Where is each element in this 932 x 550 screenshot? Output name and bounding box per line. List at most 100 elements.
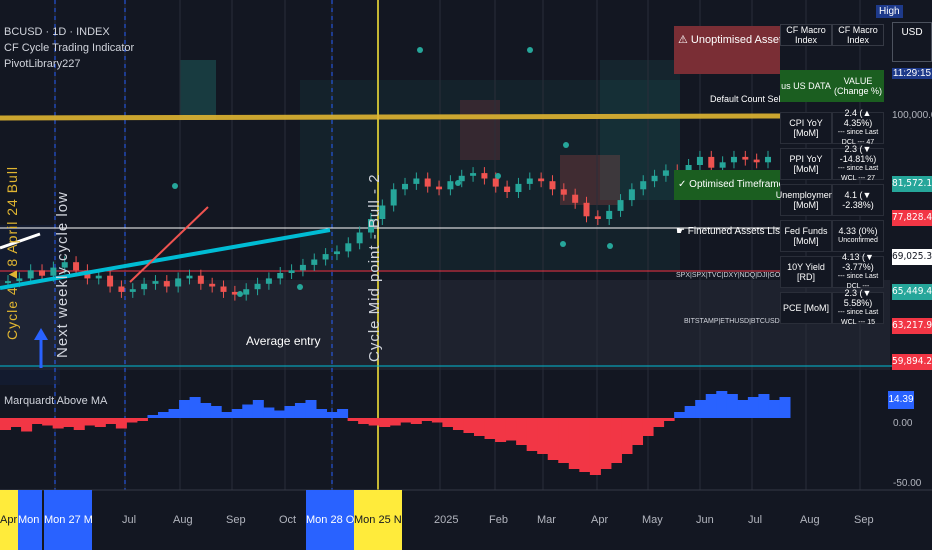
unoptimised-text: Unoptimised Asset Detected <box>690 34 780 46</box>
osc-bar <box>726 394 738 418</box>
macro-header-2: CF Macro Index <box>832 24 884 46</box>
candle-body <box>651 175 658 182</box>
osc-bar <box>31 418 43 424</box>
candle-body <box>696 156 703 165</box>
gold-cycle-line <box>0 113 781 121</box>
macro-row-value-1: 2.3 (▼ -14.81%) --- since Last WCL --- 27 <box>832 144 884 182</box>
candle-body <box>424 178 431 187</box>
macro-extra: Unconfirmed <box>838 237 878 244</box>
x-axis-label-3: Oct <box>279 514 297 526</box>
candle-body <box>141 283 148 290</box>
osc-bar <box>105 418 117 424</box>
zone-5 <box>600 60 680 200</box>
macro-row-label-3: Fed Funds [MoM] <box>780 220 832 252</box>
osc-bar <box>326 412 338 418</box>
candle-body <box>299 264 306 271</box>
symbol-legend[interactable]: BCUSD · 1D · INDEX <box>4 26 110 38</box>
macro-header-1: CF Macro Index <box>780 24 832 46</box>
osc-bar <box>674 412 686 418</box>
average-entry-label: Average entry <box>246 334 321 348</box>
macro-value: 4.1 (▼ -2.38%) <box>842 190 874 210</box>
signal-dot-0 <box>172 183 178 189</box>
osc-bar <box>589 418 601 475</box>
osc-bar <box>516 418 528 445</box>
candle-body <box>572 194 579 203</box>
osc-bar <box>263 407 275 418</box>
candle-body <box>197 275 204 284</box>
currency-selector[interactable]: USD <box>892 22 932 62</box>
candle-body <box>719 162 726 168</box>
signal-dot-5 <box>495 173 501 179</box>
indicator-legend[interactable]: CF Cycle Trading Indicator <box>4 42 134 54</box>
x-axis-label-4: 2025 <box>434 514 459 526</box>
osc-bar <box>294 403 306 418</box>
x-axis-label-0: Jul <box>122 514 137 526</box>
osc-bar <box>495 418 507 442</box>
osc-bar <box>600 418 612 469</box>
candle-body <box>628 189 635 201</box>
candle-body <box>118 286 125 292</box>
osc-bar <box>716 391 728 418</box>
candle-body <box>413 178 420 184</box>
osc-bar <box>158 412 170 418</box>
candle-body <box>356 232 363 244</box>
x-axis-label-6: Mar <box>537 514 556 526</box>
zone-3 <box>460 100 500 160</box>
osc-bar <box>695 400 707 418</box>
candle-body <box>243 289 250 295</box>
oscillator-legend[interactable]: Marquardt Above MA <box>4 395 107 407</box>
library-legend[interactable]: PivotLibrary227 <box>4 58 80 70</box>
osc-value-box: 14.39 <box>888 391 914 409</box>
candle-body <box>742 156 749 160</box>
candle-body <box>470 173 477 176</box>
x-axis-badge-2: Mon 27 May '24 <box>44 490 92 550</box>
osc-bar <box>84 418 96 426</box>
optimised-tf-banner: ✓ Optimised Timeframe - Daily <box>674 170 780 200</box>
candle-body <box>560 189 567 195</box>
osc-bar <box>463 418 475 433</box>
next-cycle-label: Next weekly cycle low <box>54 191 71 358</box>
osc-bar <box>621 418 633 454</box>
osc-bar <box>73 418 85 430</box>
osc-bar <box>200 403 212 418</box>
osc-bar <box>10 418 22 427</box>
osc-bar <box>389 418 401 426</box>
x-axis-badge-1: Mon 13 <box>18 490 42 550</box>
candle-body <box>708 156 715 168</box>
candle-body <box>515 183 522 192</box>
x-axis-label-11: Aug <box>800 514 820 526</box>
osc-bar <box>452 418 464 430</box>
candle-body <box>152 281 159 284</box>
warning-icon: ⚠ <box>678 34 691 46</box>
optimised-tf-text: Optimised Timeframe - Daily <box>689 179 780 190</box>
osc-bar <box>358 418 370 424</box>
macro-row-label-1: PPI YoY [MoM] <box>780 148 832 180</box>
price-label-5: 59,894.20 <box>892 354 932 370</box>
macro-value: 4.33 (0%) <box>838 226 878 236</box>
x-axis-badge-4: Mon 25 Nov '24 <box>354 490 402 550</box>
osc-bar <box>526 418 538 451</box>
osc-bar <box>0 418 12 430</box>
mid-point-label: Cycle Mid point - Bull - 2 <box>366 173 383 362</box>
osc-bar <box>579 418 591 472</box>
osc-bar <box>52 418 64 429</box>
osc-bar <box>758 394 770 418</box>
candle-body <box>322 254 329 260</box>
osc-bar <box>305 400 317 418</box>
osc-bar <box>316 409 328 418</box>
candle-body <box>288 270 295 273</box>
macro-row-value-3: 4.33 (0%) Unconfirmed <box>832 220 884 252</box>
hand-icon: ☛ <box>676 226 688 237</box>
high-label: High <box>876 5 903 18</box>
osc-zero-label: 0.00 <box>893 418 913 429</box>
osc-bar <box>684 406 696 418</box>
osc-bar <box>231 409 243 418</box>
candle-body <box>333 251 340 255</box>
osc-bar <box>610 418 622 463</box>
osc-bar <box>737 400 749 418</box>
x-axis-label-5: Feb <box>489 514 508 526</box>
candle-body <box>526 178 533 184</box>
osc-bar <box>242 404 254 418</box>
osc-bar <box>21 418 33 432</box>
clock-label: 11:29:15 <box>892 68 932 79</box>
